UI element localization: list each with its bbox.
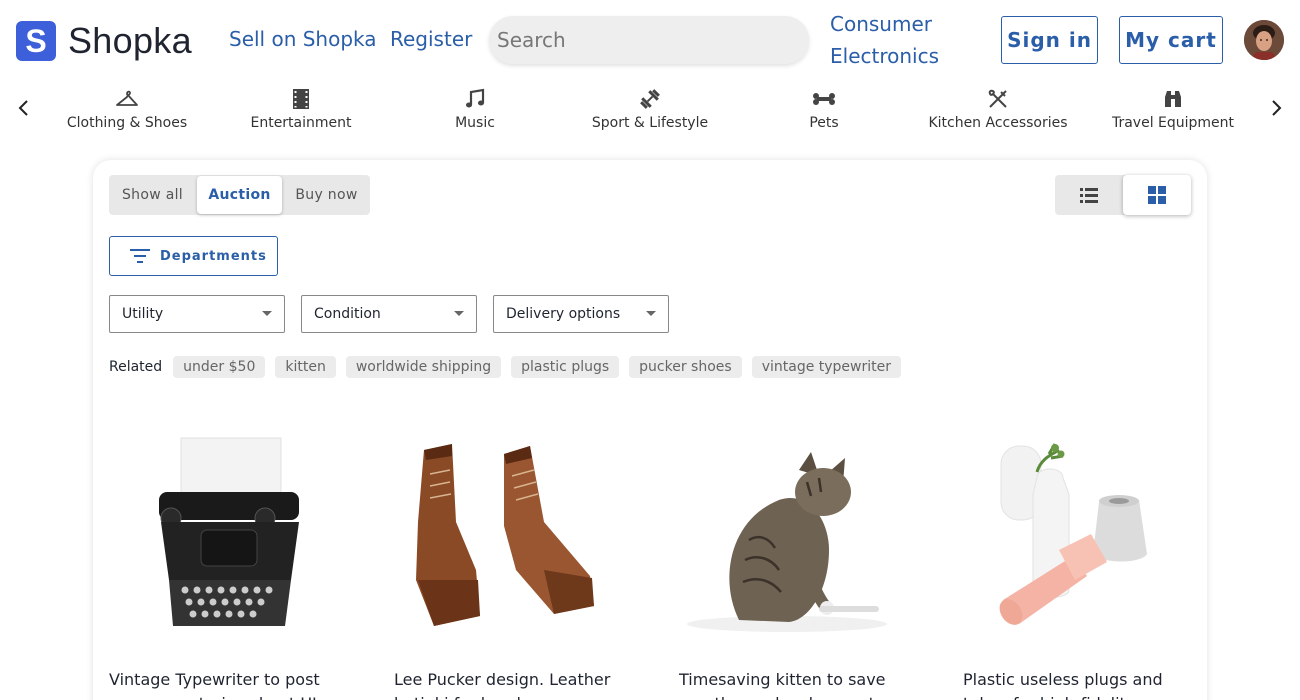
shopka-logo[interactable]: S Shopka <box>16 20 192 62</box>
dumbbell-icon <box>575 86 725 112</box>
grid-view-icon[interactable] <box>1123 175 1191 215</box>
logo-mark: S <box>16 21 56 61</box>
condition-select[interactable]: Condition <box>301 295 477 333</box>
related-chip[interactable]: vintage typewriter <box>751 356 901 378</box>
sell-on-shopka-link[interactable]: Sell on Shopka <box>229 27 377 51</box>
related-tags: Related under $50 kitten worldwide shipp… <box>109 356 911 378</box>
chevron-right-icon[interactable] <box>1264 96 1288 120</box>
delivery-options-select[interactable]: Delivery options <box>493 295 669 333</box>
binoculars-icon <box>1098 86 1248 112</box>
delivery-options-select-value: Delivery options <box>506 306 621 322</box>
product-title[interactable]: Lee Pucker design. Leather botinki for h… <box>394 668 634 700</box>
film-icon <box>226 86 376 112</box>
departments-label: Departments <box>160 248 267 264</box>
product-card[interactable]: Vintage Typewriter to post awesome stori… <box>109 430 349 700</box>
segment-auction[interactable]: Auction <box>197 176 282 214</box>
avatar[interactable] <box>1244 20 1284 60</box>
hanger-icon <box>52 86 202 112</box>
list-view-icon[interactable] <box>1055 175 1123 215</box>
results-panel: Show all Auction Buy now Departments Uti… <box>93 160 1207 700</box>
category-label: Entertainment <box>250 115 352 131</box>
category-label: Travel Equipment <box>1111 115 1235 131</box>
product-title[interactable]: Plastic useless plugs and tubes for high… <box>963 668 1203 700</box>
caret-down-icon <box>262 311 272 316</box>
related-chip[interactable]: worldwide shipping <box>345 356 502 378</box>
utility-select[interactable]: Utility <box>109 295 285 333</box>
consumer-electronics-line2: Electronics <box>830 44 940 68</box>
category-label: Music <box>455 115 495 131</box>
caret-down-icon <box>454 311 464 316</box>
related-label: Related <box>109 359 163 375</box>
music-note-icon <box>400 86 550 112</box>
consumer-electronics-line1: Consumer <box>830 12 932 36</box>
listing-type-toggle: Show all Auction Buy now <box>109 175 370 215</box>
product-title[interactable]: Timesaving kitten to save months on deve… <box>679 668 919 700</box>
my-cart-button[interactable]: My cart <box>1119 16 1223 64</box>
bone-icon <box>749 86 899 112</box>
category-kitchen-accessories[interactable]: Kitchen Accessories <box>923 86 1073 131</box>
utility-select-value: Utility <box>122 306 164 322</box>
caret-down-icon <box>646 311 656 316</box>
view-toggle <box>1055 175 1191 215</box>
plastic-plugs-image <box>963 430 1183 640</box>
boots-image <box>394 430 614 640</box>
utensils-icon <box>923 86 1073 112</box>
category-music[interactable]: Music <box>400 86 550 131</box>
category-sport-lifestyle[interactable]: Sport & Lifestyle <box>575 86 725 131</box>
segment-buy-now[interactable]: Buy now <box>283 175 370 215</box>
category-pets[interactable]: Pets <box>749 86 899 131</box>
product-title[interactable]: Vintage Typewriter to post awesome stori… <box>109 668 349 700</box>
category-label: Sport & Lifestyle <box>591 115 709 131</box>
consumer-electronics-link[interactable]: Consumer Electronics <box>830 8 980 72</box>
category-label: Kitchen Accessories <box>928 115 1068 131</box>
category-label: Clothing & Shoes <box>66 115 188 131</box>
related-chip[interactable]: pucker shoes <box>629 356 742 378</box>
filter-icon <box>130 249 150 263</box>
related-chip[interactable]: under $50 <box>173 356 266 378</box>
segment-show-all[interactable]: Show all <box>109 175 196 215</box>
related-chip[interactable]: kitten <box>275 356 336 378</box>
product-card[interactable]: Timesaving kitten to save months on deve… <box>679 430 919 700</box>
typewriter-image <box>109 430 329 640</box>
related-chip[interactable]: plastic plugs <box>511 356 620 378</box>
category-label: Pets <box>809 115 839 131</box>
search-input[interactable] <box>489 16 809 64</box>
sign-in-button[interactable]: Sign in <box>1001 16 1098 64</box>
top-header: S Shopka Sell on Shopka Register Consume… <box>0 0 1300 80</box>
product-card[interactable]: Plastic useless plugs and tubes for high… <box>963 430 1203 700</box>
category-entertainment[interactable]: Entertainment <box>226 86 376 131</box>
condition-select-value: Condition <box>314 306 381 322</box>
logo-text: Shopka <box>68 20 192 61</box>
category-travel-equipment[interactable]: Travel Equipment <box>1098 86 1248 131</box>
chevron-left-icon[interactable] <box>12 96 36 120</box>
category-clothing-shoes[interactable]: Clothing & Shoes <box>52 86 202 131</box>
register-link[interactable]: Register <box>390 27 472 51</box>
cat-image <box>679 430 899 640</box>
product-card[interactable]: Lee Pucker design. Leather botinki for h… <box>394 430 634 700</box>
departments-button[interactable]: Departments <box>109 236 278 276</box>
